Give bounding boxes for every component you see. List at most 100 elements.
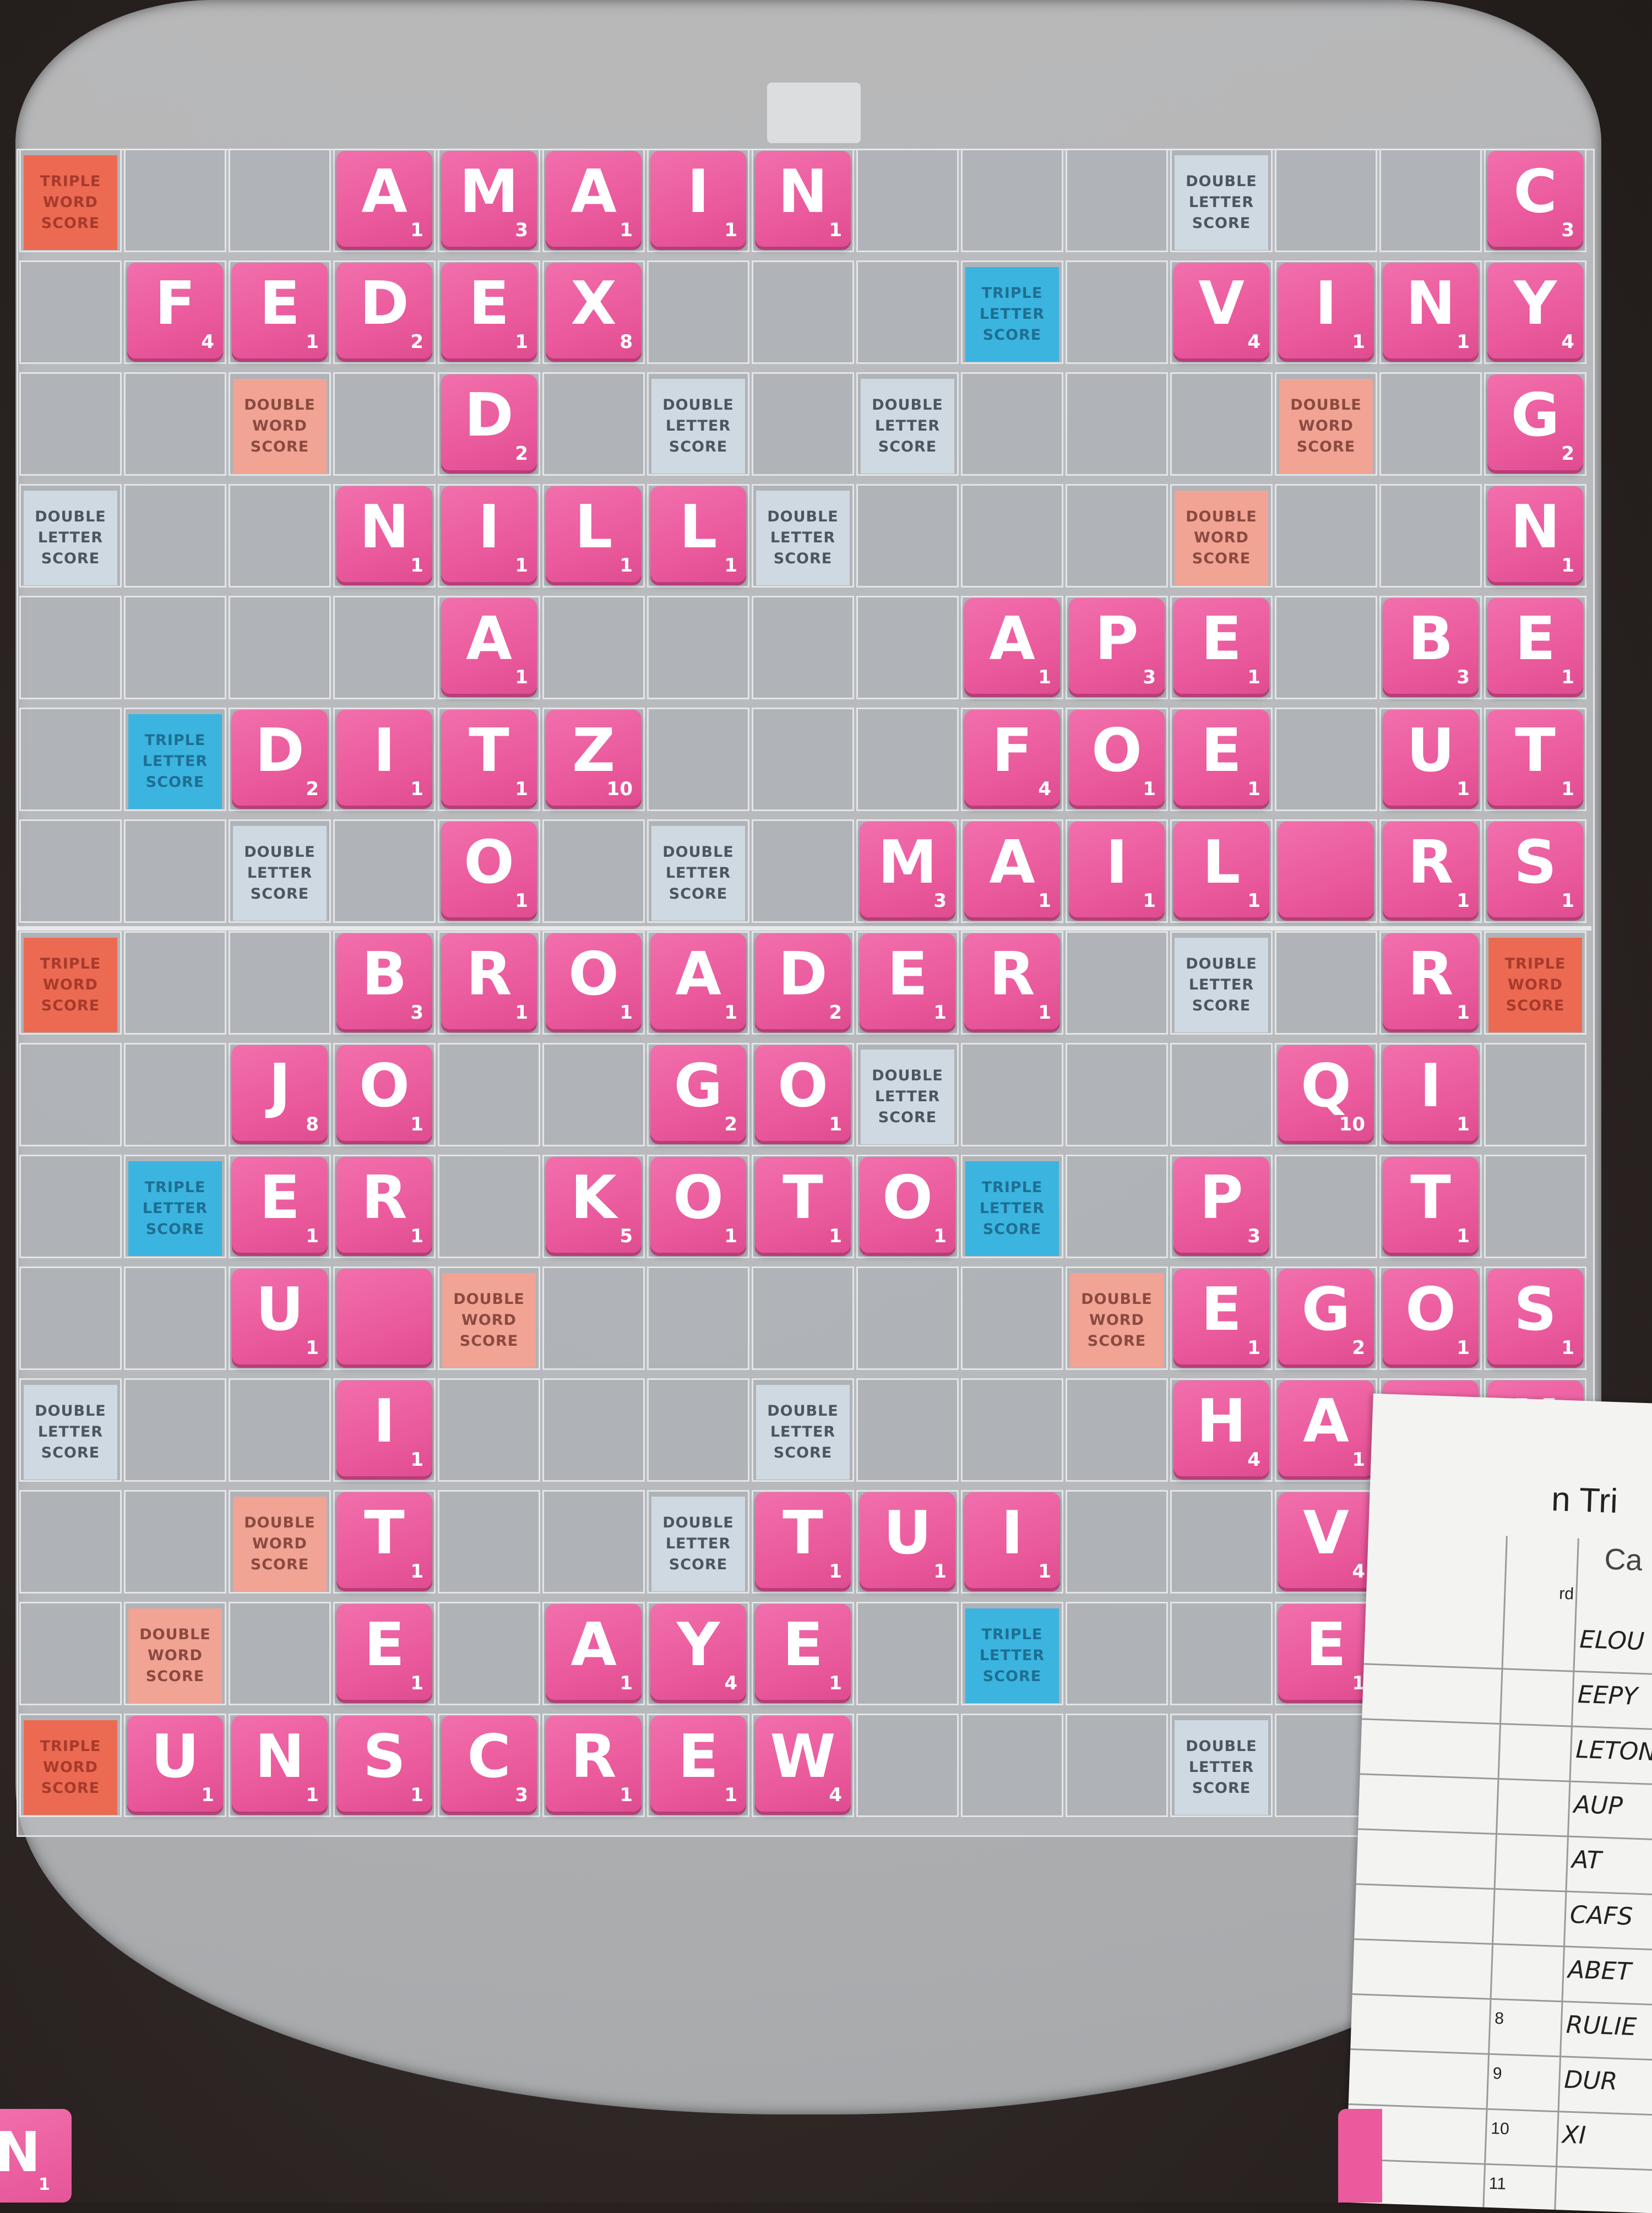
tile-points: 1 bbox=[829, 1113, 842, 1135]
letter-tile: I1 bbox=[1383, 1045, 1479, 1141]
tile-letter: B bbox=[1408, 605, 1454, 673]
tile-letter: T bbox=[1515, 716, 1556, 785]
board-cell bbox=[19, 1266, 122, 1370]
tile-letter: A bbox=[570, 1611, 617, 1679]
letter-tile: O1 bbox=[336, 1045, 432, 1141]
tile-points: 1 bbox=[1247, 666, 1260, 688]
tile-points: 1 bbox=[515, 1002, 528, 1024]
board-cell bbox=[542, 819, 645, 923]
triple-letter-square: TRIPLE LETTER SCORE bbox=[965, 267, 1059, 362]
tile-points: 1 bbox=[515, 890, 528, 912]
premium-label-line: SCORE bbox=[982, 1221, 1042, 1238]
tile-letter: D bbox=[360, 269, 409, 338]
tile-letter: G bbox=[1510, 381, 1560, 450]
tile-points: 1 bbox=[515, 778, 528, 800]
premium-label-line: WORD bbox=[461, 1312, 517, 1329]
board-cell bbox=[961, 1266, 1063, 1370]
board-cell bbox=[1170, 1043, 1273, 1146]
tile-points: 1 bbox=[410, 1225, 423, 1247]
stray-tile-points: 1 bbox=[39, 2175, 50, 2194]
premium-label-line: SCORE bbox=[878, 1109, 937, 1126]
board-cell bbox=[961, 484, 1063, 588]
premium-label-line: DOUBLE bbox=[244, 844, 316, 861]
letter-tile: M3 bbox=[860, 822, 955, 917]
score-sheet-row-number: 8 bbox=[1494, 2009, 1504, 2028]
tile-points: 1 bbox=[1561, 778, 1574, 800]
premium-label-line: WORD bbox=[148, 1647, 203, 1664]
premium-label-line: LETTER bbox=[247, 864, 313, 882]
tile-letter: N bbox=[359, 493, 410, 562]
tile-letter: W bbox=[770, 1722, 836, 1791]
premium-label-line: DOUBLE bbox=[244, 396, 316, 414]
premium-label-line: DOUBLE bbox=[872, 396, 943, 414]
double-letter-square: DOUBLE LETTER SCORE bbox=[1175, 155, 1268, 250]
board-cell bbox=[1379, 149, 1482, 252]
board-cell bbox=[856, 1602, 959, 1705]
board-cell bbox=[229, 149, 331, 252]
premium-label-line: DOUBLE bbox=[767, 1402, 839, 1420]
premium-label-line: WORD bbox=[1089, 1312, 1144, 1329]
tile-points: 1 bbox=[1352, 1449, 1365, 1471]
tile-points: 3 bbox=[933, 890, 947, 912]
board-cell bbox=[1484, 1043, 1586, 1146]
premium-label-line: SCORE bbox=[250, 1556, 309, 1573]
tile-letter: E bbox=[1201, 605, 1242, 673]
tile-letter: E bbox=[887, 940, 928, 1009]
board-cell bbox=[752, 708, 854, 811]
premium-label-line: TRIPLE bbox=[40, 1738, 101, 1755]
premium-label-line: SCORE bbox=[145, 1221, 205, 1238]
premium-label-line: SCORE bbox=[41, 1444, 100, 1461]
tile-points: 1 bbox=[829, 219, 842, 241]
board-cell bbox=[1275, 708, 1377, 811]
tile-letter: A bbox=[675, 940, 721, 1009]
tile-points: 8 bbox=[620, 331, 633, 353]
tile-letter: R bbox=[466, 940, 512, 1009]
triple-word-square: TRIPLE WORD SCORE bbox=[1488, 938, 1582, 1032]
letter-tile: E1 bbox=[1173, 1269, 1269, 1364]
tile-letter: P bbox=[1095, 605, 1139, 673]
tile-points: 1 bbox=[724, 1225, 737, 1247]
board-cell bbox=[229, 596, 331, 699]
board-cell bbox=[19, 596, 122, 699]
letter-tile: T1 bbox=[1487, 710, 1583, 806]
tile-letter: I bbox=[1314, 269, 1338, 338]
tile-points: 1 bbox=[1143, 778, 1156, 800]
board-cell bbox=[333, 596, 436, 699]
premium-label-line: DOUBLE bbox=[35, 508, 106, 525]
premium-label-line: SCORE bbox=[41, 550, 100, 567]
tile-points: 3 bbox=[410, 1002, 423, 1024]
board-cell bbox=[961, 372, 1063, 476]
board-cell bbox=[124, 596, 226, 699]
tile-points: 1 bbox=[724, 219, 737, 241]
score-sheet-word: XI bbox=[1562, 2120, 1587, 2150]
tile-points: 1 bbox=[1038, 666, 1051, 688]
tile-points: 1 bbox=[1247, 778, 1260, 800]
tile-points: 2 bbox=[1561, 443, 1574, 465]
letter-tile: O1 bbox=[546, 933, 642, 1029]
letter-tile: D2 bbox=[232, 710, 328, 806]
score-sheet-word: LETON bbox=[1575, 1735, 1652, 1767]
premium-label-line: TRIPLE bbox=[144, 1179, 206, 1196]
board-cell bbox=[752, 819, 854, 923]
tile-letter: O bbox=[882, 1163, 933, 1232]
tile-letter: G bbox=[1301, 1275, 1351, 1344]
board-cell bbox=[333, 819, 436, 923]
tile-letter: F bbox=[155, 269, 195, 338]
score-sheet-word: RULIE bbox=[1566, 2010, 1637, 2042]
double-letter-square: DOUBLE LETTER SCORE bbox=[24, 491, 117, 585]
board-cell bbox=[124, 819, 226, 923]
premium-label-line: TRIPLE bbox=[981, 285, 1043, 302]
premium-label-line: WORD bbox=[43, 194, 98, 211]
board-cell bbox=[647, 596, 749, 699]
letter-tile: T1 bbox=[755, 1492, 851, 1588]
tile-letter: U bbox=[883, 1499, 932, 1568]
letter-tile: U1 bbox=[127, 1716, 223, 1812]
tile-letter: S bbox=[1514, 828, 1557, 897]
premium-label-line: WORD bbox=[252, 417, 307, 434]
letter-tile: E1 bbox=[232, 1157, 328, 1253]
board-cell bbox=[961, 1714, 1063, 1817]
premium-label-line: TRIPLE bbox=[1504, 955, 1566, 972]
board-cell bbox=[1066, 260, 1168, 364]
tile-points: 1 bbox=[829, 1672, 842, 1694]
board-cell bbox=[438, 1378, 540, 1482]
